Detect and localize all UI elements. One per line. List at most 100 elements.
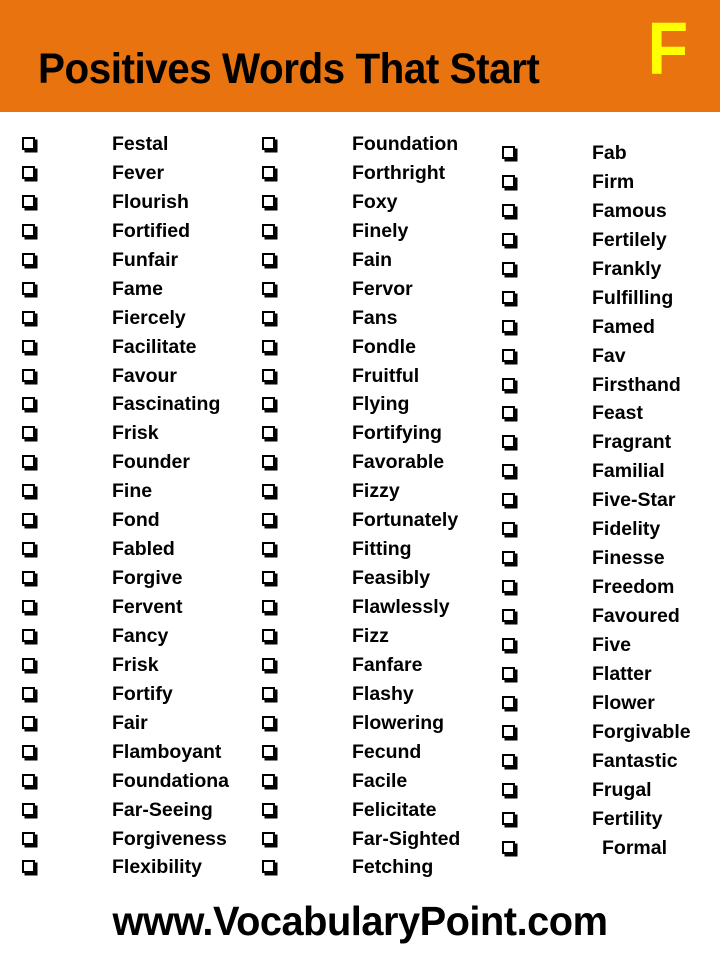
word-row[interactable]: Fond bbox=[0, 508, 250, 537]
checkbox-square-icon[interactable] bbox=[22, 252, 35, 266]
word-row[interactable]: Fondle bbox=[250, 335, 492, 364]
checkbox-square-icon[interactable] bbox=[22, 368, 35, 382]
word-row[interactable]: Favorable bbox=[250, 450, 492, 479]
checkbox-square-icon[interactable] bbox=[22, 455, 35, 469]
checkbox-square-icon[interactable] bbox=[262, 600, 275, 613]
word-row[interactable]: Facile bbox=[250, 769, 492, 798]
word-row[interactable]: Frisk bbox=[0, 421, 250, 450]
word-row[interactable]: Forgiveness bbox=[0, 827, 250, 856]
checkbox-square-icon[interactable] bbox=[22, 831, 35, 845]
checkbox-square-icon[interactable] bbox=[262, 165, 275, 179]
word-row[interactable]: Famed bbox=[492, 315, 720, 344]
word-row[interactable]: Flourish bbox=[0, 190, 250, 219]
word-row[interactable]: Fair bbox=[0, 711, 250, 740]
checkbox-square-icon[interactable] bbox=[22, 137, 35, 150]
checkbox-square-icon[interactable] bbox=[502, 666, 515, 680]
checkbox-square-icon[interactable] bbox=[22, 310, 35, 324]
word-row[interactable]: Flexibility bbox=[0, 855, 250, 884]
word-row[interactable]: Foundation bbox=[250, 132, 492, 161]
word-row[interactable]: Forgive bbox=[0, 566, 250, 595]
word-row[interactable]: Fortify bbox=[0, 682, 250, 711]
checkbox-square-icon[interactable] bbox=[262, 860, 275, 874]
checkbox-square-icon[interactable] bbox=[262, 281, 275, 295]
checkbox-square-icon[interactable] bbox=[22, 165, 35, 179]
checkbox-square-icon[interactable] bbox=[262, 686, 275, 700]
word-row[interactable]: Formal bbox=[492, 836, 720, 865]
word-row[interactable]: Fans bbox=[250, 306, 492, 335]
word-row[interactable]: Fiercely bbox=[0, 306, 250, 335]
checkbox-square-icon[interactable] bbox=[502, 782, 515, 796]
word-row[interactable]: Festal bbox=[0, 132, 250, 161]
word-row[interactable]: Fortified bbox=[0, 219, 250, 248]
checkbox-square-icon[interactable] bbox=[262, 802, 275, 816]
checkbox-square-icon[interactable] bbox=[22, 860, 35, 874]
checkbox-square-icon[interactable] bbox=[502, 348, 515, 362]
word-row[interactable]: Fetching bbox=[250, 855, 492, 884]
word-row[interactable]: Feasibly bbox=[250, 566, 492, 595]
word-row[interactable]: Frankly bbox=[492, 257, 720, 286]
word-row[interactable]: Fever bbox=[0, 161, 250, 190]
checkbox-square-icon[interactable] bbox=[502, 609, 515, 622]
checkbox-square-icon[interactable] bbox=[502, 232, 515, 246]
checkbox-square-icon[interactable] bbox=[502, 435, 515, 449]
checkbox-square-icon[interactable] bbox=[262, 455, 275, 469]
word-row[interactable]: Fav bbox=[492, 344, 720, 373]
word-row[interactable]: Flawlessly bbox=[250, 595, 492, 624]
checkbox-square-icon[interactable] bbox=[502, 377, 515, 391]
checkbox-square-icon[interactable] bbox=[262, 223, 275, 237]
word-row[interactable]: Fulfilling bbox=[492, 286, 720, 315]
checkbox-square-icon[interactable] bbox=[502, 493, 515, 507]
word-row[interactable]: Fizz bbox=[250, 624, 492, 653]
word-row[interactable]: Fabled bbox=[0, 537, 250, 566]
checkbox-square-icon[interactable] bbox=[262, 571, 275, 585]
checkbox-square-icon[interactable] bbox=[262, 137, 275, 150]
checkbox-square-icon[interactable] bbox=[22, 628, 35, 642]
word-row[interactable]: Foxy bbox=[250, 190, 492, 219]
checkbox-square-icon[interactable] bbox=[22, 657, 35, 671]
checkbox-square-icon[interactable] bbox=[502, 174, 515, 188]
checkbox-square-icon[interactable] bbox=[22, 513, 35, 527]
word-row[interactable]: Firm bbox=[492, 170, 720, 199]
word-row[interactable]: Fecund bbox=[250, 740, 492, 769]
word-row[interactable]: Fertility bbox=[492, 807, 720, 836]
word-row[interactable]: Fanfare bbox=[250, 653, 492, 682]
word-row[interactable]: Facilitate bbox=[0, 335, 250, 364]
checkbox-square-icon[interactable] bbox=[262, 831, 275, 845]
word-row[interactable]: Fascinating bbox=[0, 392, 250, 421]
checkbox-square-icon[interactable] bbox=[22, 397, 35, 411]
word-row[interactable]: Flatter bbox=[492, 662, 720, 691]
checkbox-square-icon[interactable] bbox=[22, 339, 35, 353]
word-row[interactable]: Far-Sighted bbox=[250, 827, 492, 856]
checkbox-square-icon[interactable] bbox=[22, 426, 35, 440]
checkbox-square-icon[interactable] bbox=[502, 811, 515, 825]
word-row[interactable]: Fruitful bbox=[250, 364, 492, 393]
word-row[interactable]: Feast bbox=[492, 401, 720, 430]
checkbox-square-icon[interactable] bbox=[262, 397, 275, 411]
checkbox-square-icon[interactable] bbox=[502, 146, 515, 159]
checkbox-square-icon[interactable] bbox=[502, 637, 515, 651]
word-row[interactable]: Fragrant bbox=[492, 430, 720, 459]
word-row[interactable]: Fervor bbox=[250, 277, 492, 306]
checkbox-square-icon[interactable] bbox=[262, 339, 275, 353]
checkbox-square-icon[interactable] bbox=[22, 542, 35, 556]
word-row[interactable]: Five-Star bbox=[492, 488, 720, 517]
checkbox-square-icon[interactable] bbox=[22, 773, 35, 787]
word-row[interactable]: Finesse bbox=[492, 546, 720, 575]
checkbox-square-icon[interactable] bbox=[262, 542, 275, 556]
checkbox-square-icon[interactable] bbox=[262, 426, 275, 440]
checkbox-square-icon[interactable] bbox=[22, 484, 35, 498]
word-row[interactable]: Frugal bbox=[492, 778, 720, 807]
word-row[interactable]: Freedom bbox=[492, 575, 720, 604]
word-row[interactable]: Fertilely bbox=[492, 228, 720, 257]
word-row[interactable]: Fain bbox=[250, 248, 492, 277]
checkbox-square-icon[interactable] bbox=[502, 522, 515, 536]
word-row[interactable]: Flower bbox=[492, 691, 720, 720]
word-row[interactable]: Five bbox=[492, 633, 720, 662]
word-row[interactable]: Favour bbox=[0, 364, 250, 393]
word-row[interactable]: Fab bbox=[492, 141, 720, 170]
checkbox-square-icon[interactable] bbox=[502, 464, 515, 478]
word-row[interactable]: Flamboyant bbox=[0, 740, 250, 769]
checkbox-square-icon[interactable] bbox=[502, 406, 515, 420]
word-row[interactable]: Founder bbox=[0, 450, 250, 479]
word-row[interactable]: Fitting bbox=[250, 537, 492, 566]
